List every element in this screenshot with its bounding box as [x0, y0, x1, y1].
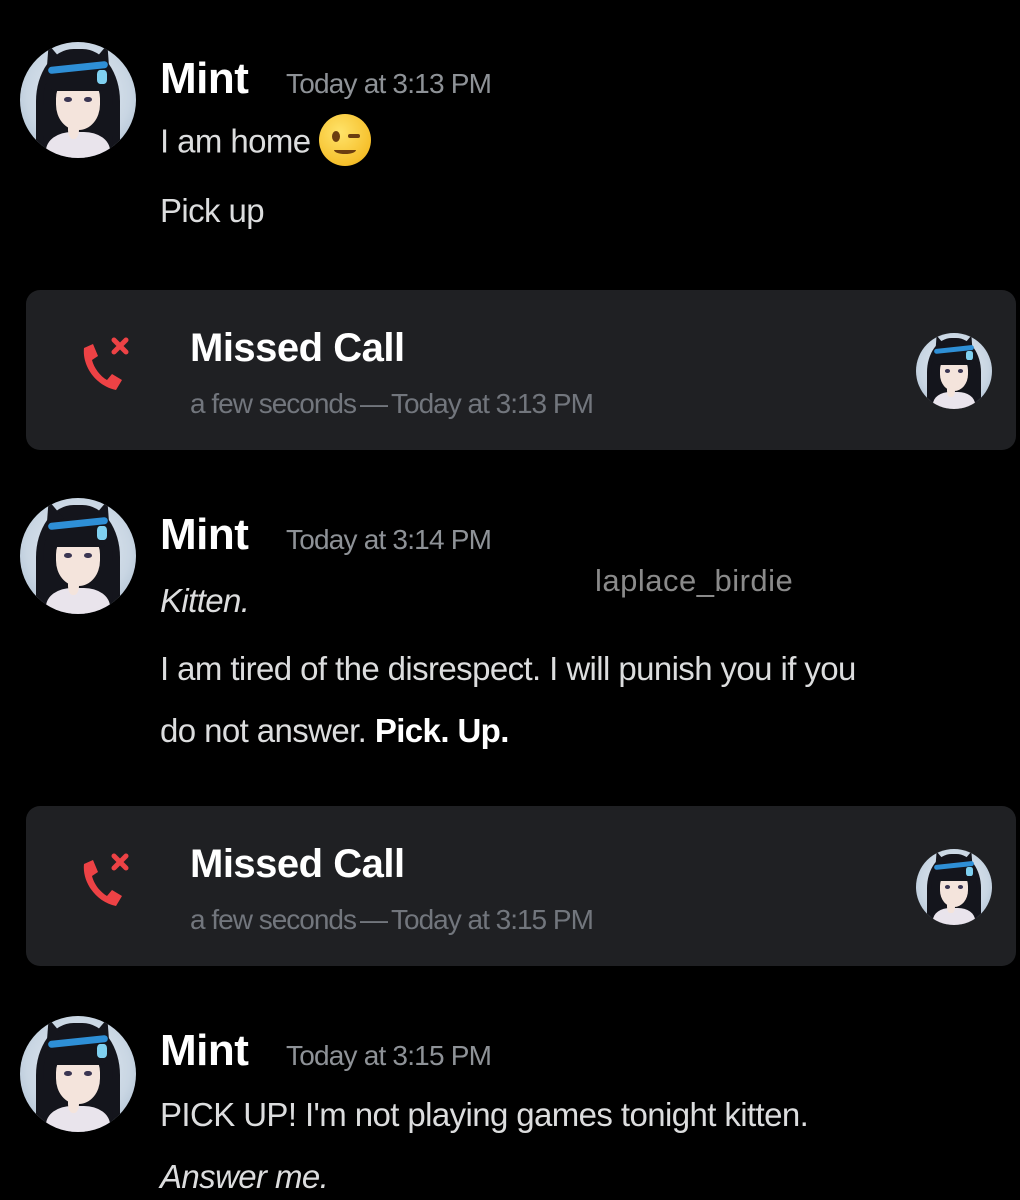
avatar[interactable] [20, 498, 136, 614]
call-details: a few seconds — Today at 3:13 PM [190, 388, 594, 420]
avatar[interactable] [20, 1016, 136, 1132]
missed-call-icon [83, 853, 129, 906]
avatar[interactable] [20, 42, 136, 158]
missed-call-card: Missed Call a few seconds — Today at 3:15 … [26, 806, 1016, 966]
message-text-line: I am home [160, 122, 311, 160]
winking-face-icon [318, 114, 371, 166]
message-text-line: do not answer. [160, 712, 367, 749]
watermark: laplace_birdie [595, 563, 794, 598]
call-title: Missed Call [190, 326, 405, 370]
message-text: Pick up [160, 192, 265, 229]
message-text: I am home [160, 114, 371, 166]
author-name[interactable]: Mint [160, 1026, 249, 1076]
message-text: PICK UP! I'm not playing games tonight k… [160, 1096, 809, 1133]
separator: — [360, 904, 388, 935]
missed-call-icon [83, 337, 129, 390]
call-time: Today at 3:15 PM [391, 904, 594, 935]
call-details: a few seconds — Today at 3:15 PM [190, 904, 594, 936]
call-duration: a few seconds [190, 904, 357, 935]
message-text: Kitten. [160, 582, 250, 619]
author-name[interactable]: Mint [160, 54, 249, 104]
call-time: Today at 3:13 PM [391, 388, 594, 419]
message-timestamp: Today at 3:14 PM [286, 524, 492, 555]
message-timestamp: Today at 3:13 PM [286, 68, 492, 99]
avatar[interactable] [916, 333, 992, 409]
author-name[interactable]: Mint [160, 510, 249, 560]
avatar[interactable] [916, 849, 992, 925]
message-text: I am tired of the disrespect. I will pun… [160, 650, 856, 687]
message-text: do not answer. Pick. Up. [160, 712, 509, 750]
call-title: Missed Call [190, 842, 405, 886]
message-text-bold: Pick. Up. [374, 712, 510, 749]
message-timestamp: Today at 3:15 PM [286, 1040, 492, 1071]
missed-call-card: Missed Call a few seconds — Today at 3:13 … [26, 290, 1016, 450]
message-text: Answer me. [160, 1158, 329, 1195]
separator: — [360, 388, 388, 419]
call-duration: a few seconds [190, 388, 357, 419]
